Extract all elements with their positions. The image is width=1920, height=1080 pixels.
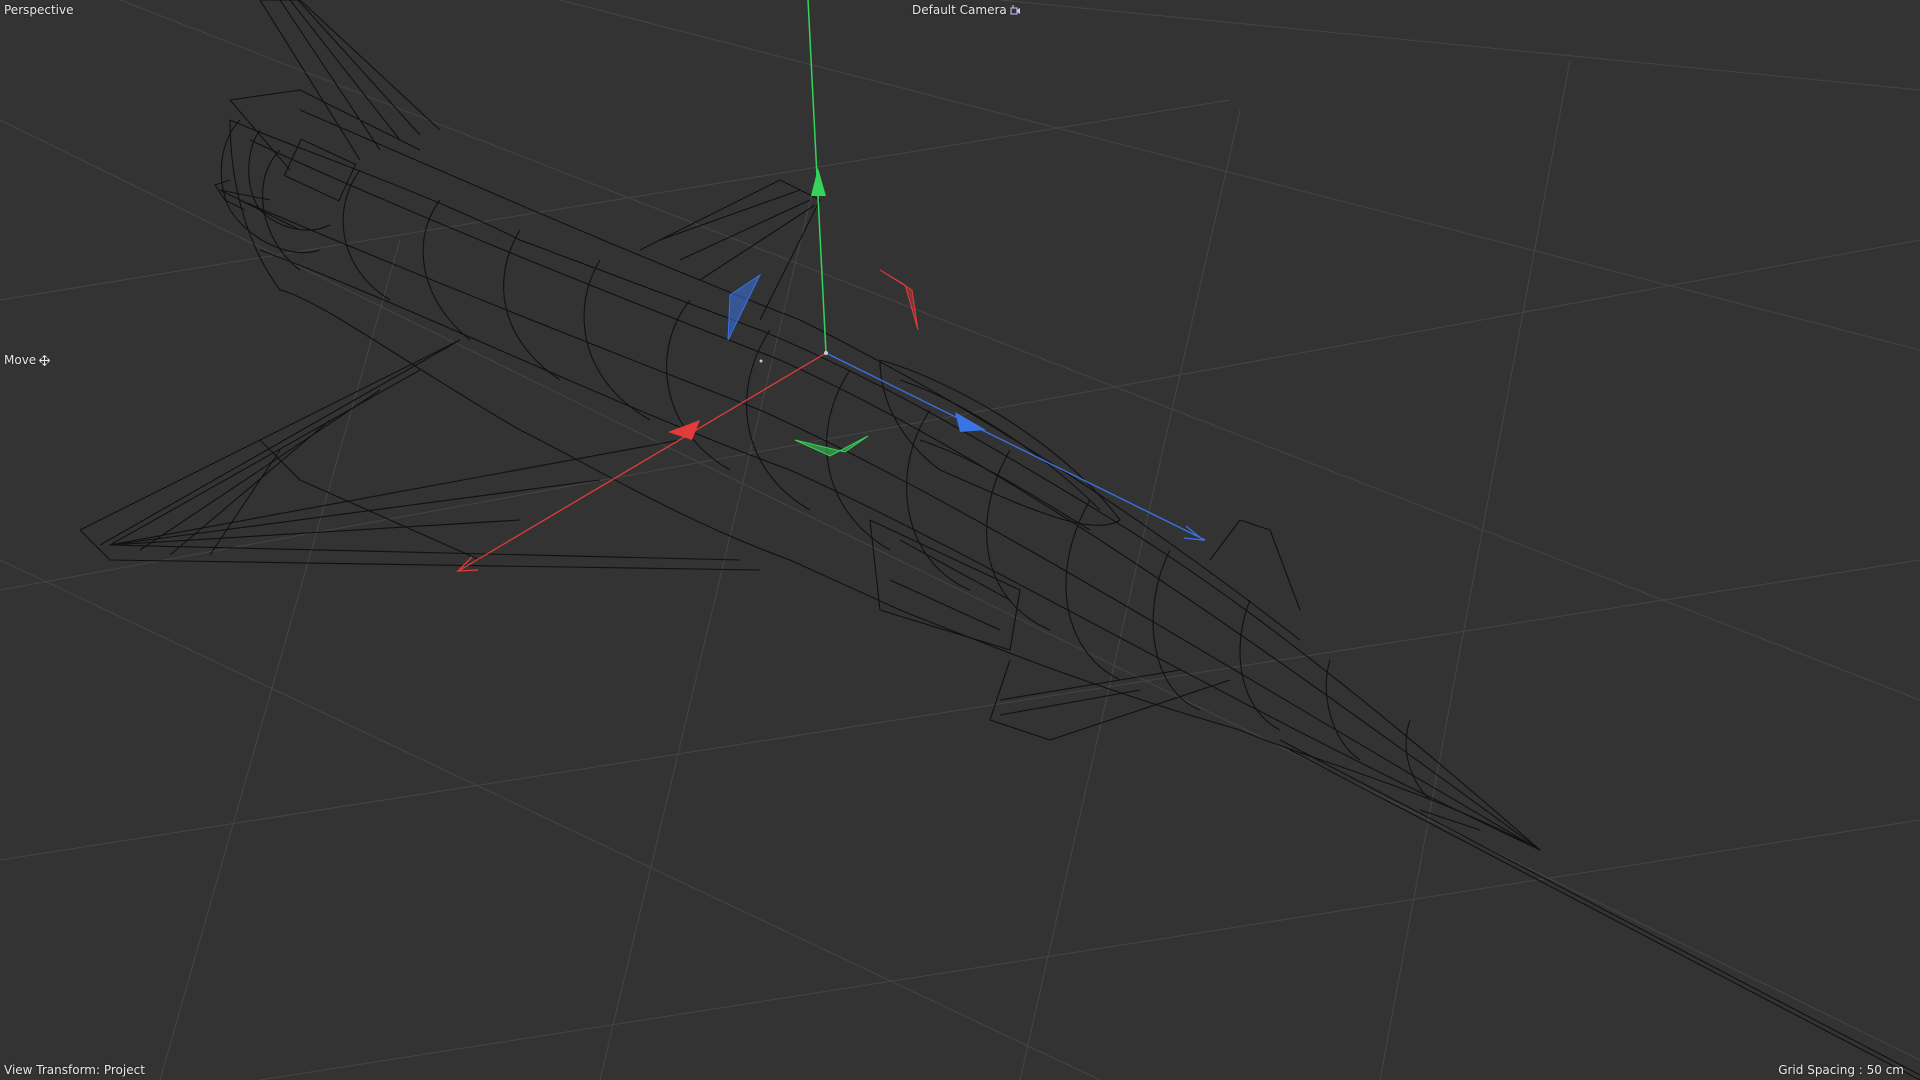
grid-spacing-label: Grid Spacing : 50 cm <box>1778 1063 1904 1077</box>
gizmo-center[interactable] <box>824 351 828 355</box>
view-transform-label: View Transform: Project <box>4 1063 145 1077</box>
projection-label[interactable]: Perspective <box>4 3 74 17</box>
gizmo-xz-plane-handle[interactable] <box>794 435 869 457</box>
gizmo-x-arrow[interactable] <box>668 420 700 440</box>
gizmo-y-arrow[interactable] <box>811 168 826 196</box>
gizmo-yz-plane-handle[interactable] <box>727 273 762 341</box>
gizmo-z-end <box>1183 525 1206 541</box>
move-gizmo[interactable] <box>456 0 1206 572</box>
floor-grid <box>0 0 1920 1080</box>
gizmo-xy-plane-handle[interactable] <box>879 269 919 331</box>
camera-icon <box>1010 4 1020 14</box>
pivot-dot <box>759 359 763 363</box>
tool-label: Move <box>4 353 37 367</box>
jet-wireframe[interactable] <box>79 0 1920 1080</box>
camera-label: Default Camera <box>912 3 1007 17</box>
move-icon <box>39 354 51 366</box>
viewport-scene[interactable] <box>0 0 1920 1080</box>
gizmo-z-arrow[interactable] <box>955 412 986 432</box>
camera-selector[interactable]: Default Camera <box>912 3 1021 17</box>
gizmo-x-axis[interactable] <box>459 352 827 571</box>
active-tool-indicator: Move <box>4 353 51 367</box>
gizmo-x-end <box>456 556 479 572</box>
3d-viewport[interactable]: Perspective Default Camera Move View Tra… <box>0 0 1920 1080</box>
